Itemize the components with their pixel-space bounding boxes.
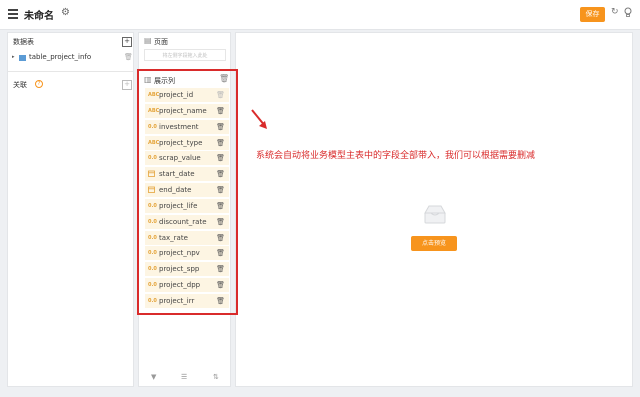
empty-box-icon bbox=[424, 205, 446, 224]
list-icon[interactable]: ☰ bbox=[181, 373, 187, 381]
top-bar: 未命名 ⚙ 保存 ↻ bbox=[0, 0, 640, 30]
page-section-title: 页面 bbox=[154, 38, 168, 46]
save-button[interactable]: 保存 bbox=[580, 7, 605, 22]
page-drop-zone[interactable]: 将左侧字段拖入此处 bbox=[144, 49, 226, 61]
table-item[interactable]: ▸ table_project_info 🗑 bbox=[12, 53, 133, 67]
caret-right-icon[interactable]: ▸ bbox=[12, 54, 15, 60]
data-panel: 数据表 + ▸ table_project_info 🗑 关联 ? + bbox=[7, 32, 134, 387]
preview-button[interactable]: 点击预览 bbox=[411, 236, 457, 251]
divider bbox=[8, 71, 133, 72]
delete-table-icon[interactable]: 🗑 bbox=[124, 53, 133, 61]
menu-icon[interactable] bbox=[8, 9, 18, 19]
refresh-icon[interactable]: ↻ bbox=[611, 7, 619, 17]
dataset-title: 数据表 bbox=[13, 38, 34, 46]
arrow-icon bbox=[251, 109, 267, 129]
relation-title: 关联 bbox=[13, 81, 27, 89]
help-icon[interactable]: ? bbox=[35, 80, 43, 88]
highlight-box bbox=[137, 69, 238, 315]
table-icon bbox=[19, 55, 26, 61]
gear-icon[interactable]: ⚙ bbox=[61, 7, 70, 18]
add-relation-button[interactable]: + bbox=[122, 80, 132, 90]
report-title[interactable]: 未命名 bbox=[24, 7, 54, 22]
sort-icon[interactable]: ⇅ bbox=[213, 373, 219, 381]
add-table-button[interactable]: + bbox=[122, 37, 132, 47]
grid-icon: ▤ bbox=[144, 36, 152, 45]
filter-icon[interactable]: ▼ bbox=[151, 373, 156, 381]
bulb-icon[interactable] bbox=[624, 7, 632, 21]
table-name: table_project_info bbox=[29, 53, 92, 61]
annotation-text: 系统会自动将业务模型主表中的字段全部带入，我们可以根据需要删减 bbox=[256, 151, 536, 161]
